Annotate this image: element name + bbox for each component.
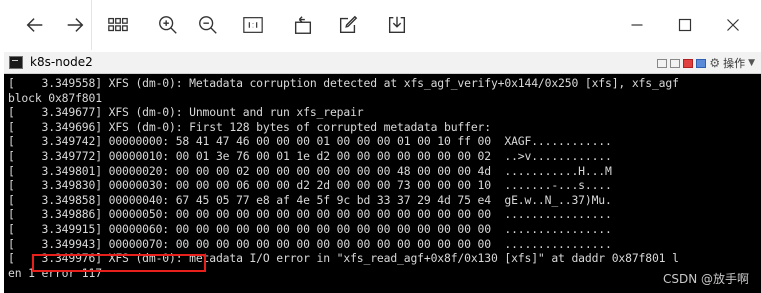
terminal-line: [ 3.349558] XFS (dm-0): Metadata corrupt… bbox=[8, 76, 679, 90]
actual-size-icon[interactable] bbox=[238, 10, 268, 40]
keyboard-icon[interactable] bbox=[670, 58, 681, 68]
arrow-right-icon[interactable] bbox=[60, 10, 90, 40]
terminal-line: [ 3.349696] XFS (dm-0): First 128 bytes … bbox=[8, 119, 491, 134]
terminal-line: [ 3.349915] 00000060: 00 00 00 00 00 00 … bbox=[8, 221, 612, 236]
terminal-line: [ 3.349886] 00000050: 00 00 00 00 00 00 … bbox=[8, 207, 612, 222]
console-titlebar: k8s-node2 ⚙ 操作 ▼ bbox=[4, 52, 761, 74]
terminal-line: [ 3.349742] 00000000: 58 41 47 46 00 00 … bbox=[8, 134, 612, 149]
terminal-line: [ 3.349943] 00000070: 00 00 00 00 00 00 … bbox=[8, 236, 612, 251]
zoom-in-icon[interactable] bbox=[153, 10, 183, 40]
alert-icon[interactable] bbox=[683, 58, 694, 68]
terminal-line: [ 3.349772] 00000010: 00 01 3e 76 00 01 … bbox=[8, 148, 612, 163]
arrow-left-icon[interactable] bbox=[20, 10, 50, 40]
image-viewer-toolbar bbox=[0, 0, 761, 50]
terminal-line: [ 3.349830] 00000030: 00 00 00 06 00 00 … bbox=[8, 178, 612, 193]
save-icon[interactable] bbox=[382, 10, 412, 40]
toolbar-divider bbox=[91, 0, 92, 50]
network-icon[interactable] bbox=[696, 58, 707, 68]
gear-icon[interactable]: ⚙ bbox=[709, 56, 720, 70]
close-icon[interactable] bbox=[718, 10, 748, 40]
watermark: CSDN @放手啊 bbox=[662, 272, 749, 286]
error-highlight-box bbox=[32, 254, 206, 272]
screen-icon[interactable] bbox=[657, 58, 668, 68]
edit-icon[interactable] bbox=[333, 10, 363, 40]
terminal-line: block 0x87f801 bbox=[8, 90, 102, 105]
maximize-icon[interactable] bbox=[670, 10, 700, 40]
rotate-icon[interactable] bbox=[288, 10, 318, 40]
title-controls: ⚙ 操作 ▼ bbox=[657, 55, 755, 71]
window-title: k8s-node2 bbox=[30, 55, 93, 69]
zoom-out-icon[interactable] bbox=[193, 10, 223, 40]
chevron-down-icon[interactable]: ▼ bbox=[748, 58, 755, 68]
terminal-line: [ 3.349858] 00000040: 67 45 05 77 e8 af … bbox=[8, 192, 612, 207]
actions-menu[interactable]: 操作 bbox=[723, 55, 745, 71]
terminal-line: [ 3.349801] 00000020: 00 00 00 02 00 00 … bbox=[8, 163, 612, 178]
minimize-icon[interactable] bbox=[622, 10, 652, 40]
terminal-icon bbox=[9, 56, 23, 69]
console-window: k8s-node2 ⚙ 操作 ▼ [ 3.349558] XFS (dm-0):… bbox=[4, 52, 761, 293]
grid-view-icon[interactable] bbox=[103, 10, 133, 40]
terminal-line: [ 3.349677] XFS (dm-0): Unmount and run … bbox=[8, 105, 364, 120]
